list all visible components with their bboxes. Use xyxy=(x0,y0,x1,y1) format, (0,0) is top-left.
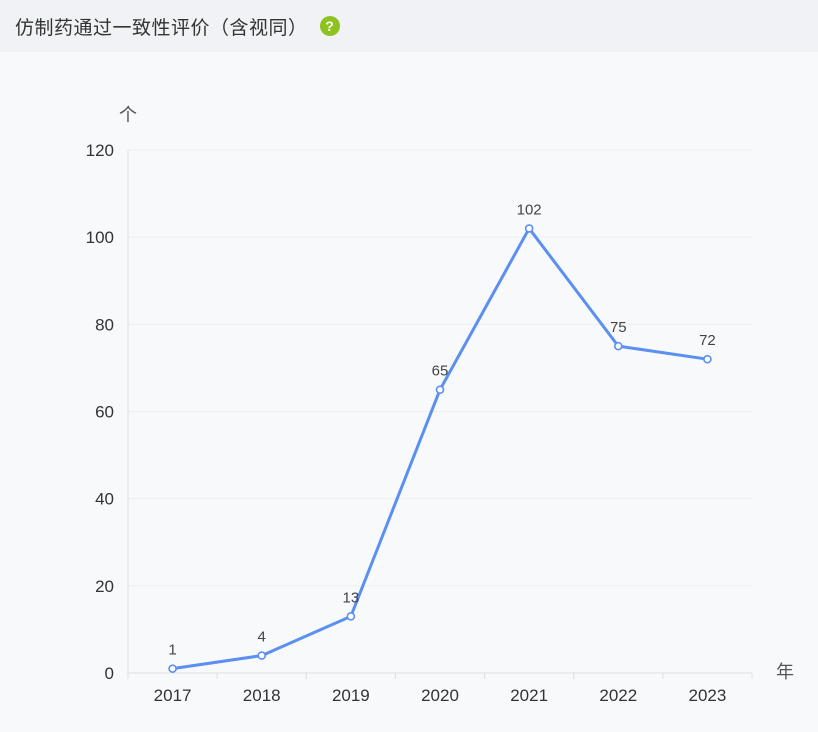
question-circle-icon[interactable]: ? xyxy=(319,16,340,36)
x-axis-unit-label: 年 xyxy=(776,662,794,682)
x-tick-label: 2022 xyxy=(599,686,637,705)
x-tick-label: 2020 xyxy=(421,686,459,705)
y-tick-label: 40 xyxy=(95,490,114,509)
data-label: 72 xyxy=(699,332,716,349)
data-label: 4 xyxy=(258,629,266,646)
data-label: 65 xyxy=(432,363,449,380)
x-tick-label: 2019 xyxy=(332,686,370,705)
y-tick-label: 0 xyxy=(105,664,114,683)
x-tick-label: 2017 xyxy=(154,686,192,705)
y-tick-label: 100 xyxy=(86,228,114,247)
data-label: 102 xyxy=(517,201,542,218)
line-chart: 个 年 0 20 40 60 80 100 120 2017 2018 2019 2020 2021 2… xyxy=(86,105,794,705)
data-label: 1 xyxy=(168,642,176,659)
data-point xyxy=(703,354,712,364)
data-point xyxy=(435,385,445,395)
data-label: 13 xyxy=(343,589,360,606)
y-tick-label: 80 xyxy=(95,315,114,334)
data-point xyxy=(257,651,267,660)
x-tick-label: 2023 xyxy=(689,686,727,705)
chart-area: 个 年 0 20 40 60 80 100 120 2017 2018 2019 2020 2021 2… xyxy=(0,52,818,728)
data-point xyxy=(613,341,623,351)
y-tick-label: 120 xyxy=(86,141,114,160)
series-line xyxy=(172,226,708,671)
chart-title: 仿制药通过一致性评价（含视同） xyxy=(15,16,308,39)
data-point xyxy=(524,224,534,233)
data-label: 75 xyxy=(610,319,627,336)
x-tick-label: 2021 xyxy=(510,686,548,705)
data-point xyxy=(346,612,356,621)
data-point xyxy=(168,664,177,673)
y-tick-label: 60 xyxy=(95,403,114,422)
chart-header: 仿制药通过一致性评价（含视同） ? xyxy=(0,0,818,52)
y-tick-label: 20 xyxy=(95,577,114,596)
x-tick-label: 2018 xyxy=(243,686,281,705)
y-axis-unit-label: 个 xyxy=(119,105,137,125)
